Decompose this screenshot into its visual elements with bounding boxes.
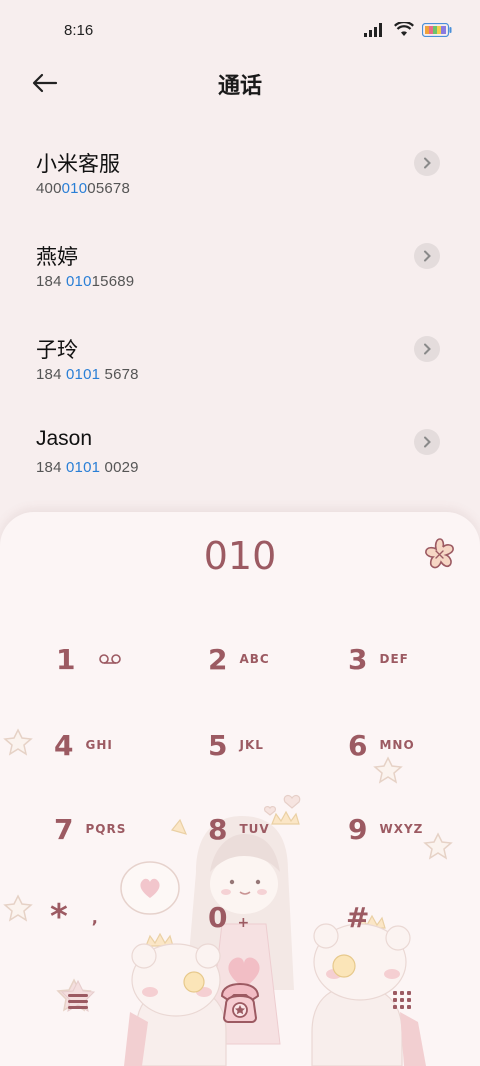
number-match: 0101 <box>66 366 101 383</box>
key-8[interactable]: 8 TUV <box>208 790 368 868</box>
chevron-right-icon <box>424 436 431 448</box>
key-digit: 2 <box>208 642 228 676</box>
number-part: 5678 <box>100 366 139 383</box>
chevron-right-icon <box>424 157 431 169</box>
signal-icon <box>364 22 382 37</box>
contact-row[interactable]: 子玲 184 0101 5678 <box>0 316 480 409</box>
contact-name: Jason <box>36 427 93 450</box>
key-digit: 7 <box>54 812 74 846</box>
key-digit: # <box>346 900 370 934</box>
voicemail-icon <box>99 654 122 664</box>
number-part: 0029 <box>100 459 139 476</box>
key-letters: JKL <box>239 738 264 752</box>
key-4[interactable]: 4 GHI <box>54 706 214 784</box>
key-digit: 8 <box>208 812 228 846</box>
contact-row[interactable]: 小米客服 40001005678 <box>0 130 480 223</box>
keypad-icon <box>393 991 411 1009</box>
contact-detail-button[interactable] <box>414 243 440 269</box>
contact-name: 燕婷 <box>36 246 78 269</box>
key-letters: MNO <box>379 738 415 752</box>
key-letters: , <box>91 907 99 927</box>
key-7[interactable]: 7 PQRS <box>54 790 214 868</box>
number-part: 184 <box>36 366 66 383</box>
key-letters: GHI <box>85 738 113 752</box>
key-letters: WXYZ <box>379 822 424 836</box>
status-time: 8:16 <box>64 22 94 39</box>
contact-name: 小米客服 <box>36 153 120 176</box>
status-icons <box>364 22 452 37</box>
call-icon <box>220 982 260 1023</box>
key-0[interactable]: 0 + <box>208 878 368 956</box>
key-1[interactable]: 1 <box>56 620 216 698</box>
flower-icon <box>425 538 454 569</box>
contact-number: 184 0101 5678 <box>36 366 139 383</box>
key-letters: ABC <box>239 652 270 666</box>
key-3[interactable]: 3 DEF <box>348 620 480 698</box>
key-digit: 1 <box>56 642 76 676</box>
key-letters: + <box>237 915 251 931</box>
menu-icon <box>60 979 96 1012</box>
key-9[interactable]: 9 WXYZ <box>348 790 480 868</box>
wifi-icon <box>394 22 414 36</box>
page-title: 通话 <box>217 73 262 98</box>
contact-list: 小米客服 40001005678 燕婷 184 01015689 子玲 184 … <box>0 130 480 502</box>
key-digit: 0 <box>208 900 228 934</box>
contact-number: 40001005678 <box>36 180 130 197</box>
chevron-right-icon <box>424 343 431 355</box>
contact-row[interactable]: 燕婷 184 01015689 <box>0 223 480 316</box>
contact-number: 184 01015689 <box>36 273 134 290</box>
contact-detail-button[interactable] <box>414 336 440 362</box>
number-match: 010 <box>66 273 92 290</box>
number-part: 05678 <box>87 180 130 197</box>
key-letters: DEF <box>379 652 409 666</box>
key-digit: * <box>50 897 68 937</box>
contact-detail-button[interactable] <box>414 429 440 455</box>
number-part: 184 <box>36 273 66 290</box>
flower-button[interactable] <box>422 536 458 572</box>
number-part: 15689 <box>91 273 135 290</box>
number-match: 0101 <box>66 459 101 476</box>
key-2[interactable]: 2 ABC <box>208 620 368 698</box>
key-digit: 3 <box>348 642 368 676</box>
contact-row[interactable]: Jason 184 0101 0029 <box>0 409 480 502</box>
key-digit: 5 <box>208 728 228 762</box>
chevron-right-icon <box>424 250 431 262</box>
contact-name: 子玲 <box>36 339 78 362</box>
menu-button[interactable] <box>56 978 100 1022</box>
number-match: 010 <box>61 180 88 197</box>
keypad-toggle-button[interactable] <box>386 984 418 1016</box>
battery-icon <box>422 22 452 37</box>
key-letters: PQRS <box>85 822 127 836</box>
key-letters: TUV <box>239 822 270 836</box>
key-digit: 9 <box>348 812 368 846</box>
contact-number: 184 0101 0029 <box>36 459 139 476</box>
key-digit: 6 <box>348 728 368 762</box>
dialed-number[interactable]: 010 <box>0 534 480 578</box>
dialpad-panel: 010 1 2 ABC 3 DEF 4 GHI 5 JKL 6 MNO 7 PQ… <box>0 512 480 1066</box>
contact-detail-button[interactable] <box>414 150 440 176</box>
call-button[interactable] <box>216 978 264 1026</box>
key-6[interactable]: 6 MNO <box>348 706 480 784</box>
key-hash[interactable]: # <box>346 878 480 956</box>
key-digit: 4 <box>54 728 74 762</box>
key-star[interactable]: * , <box>50 878 210 956</box>
number-part: 400 <box>36 180 62 197</box>
key-5[interactable]: 5 JKL <box>208 706 368 784</box>
number-part: 184 <box>36 459 66 476</box>
status-bar: 8:16 <box>0 0 480 60</box>
header: 通话 <box>0 60 480 104</box>
